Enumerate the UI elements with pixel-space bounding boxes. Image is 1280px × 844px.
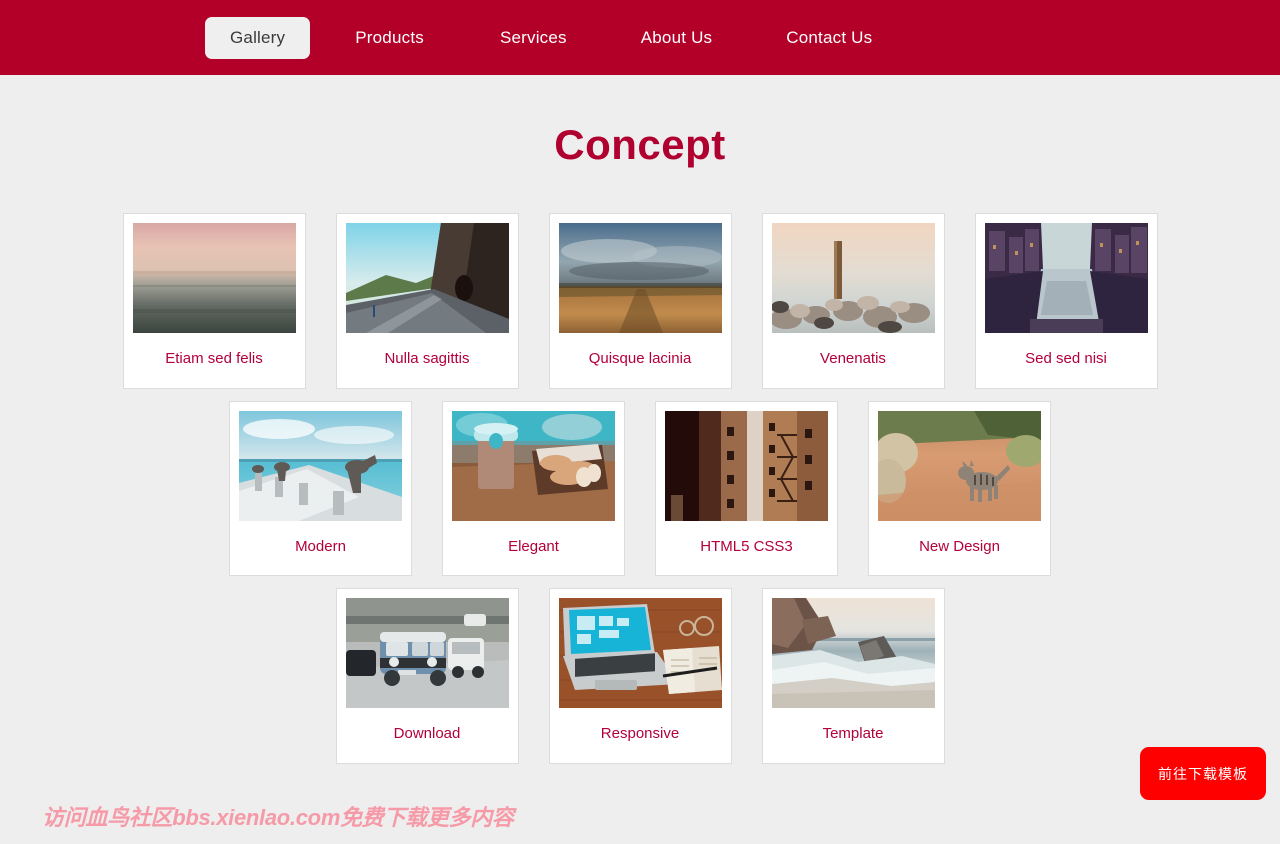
pelicans-on-pier-image[interactable] — [239, 410, 402, 521]
gallery-card-caption: New Design — [919, 537, 1000, 555]
canal-between-buildings-image[interactable] — [984, 223, 1148, 333]
nav-item-contact-us[interactable]: Contact Us — [786, 19, 872, 57]
wild-cat-on-dirt-road-image[interactable] — [878, 410, 1041, 521]
gallery-card[interactable]: Nulla sagittis — [335, 213, 519, 389]
field-under-clouds-image[interactable] — [558, 223, 722, 333]
nav-item-gallery[interactable]: Gallery — [205, 16, 311, 59]
gallery-card[interactable]: Venenatis — [761, 213, 945, 389]
gallery-card-caption: Elegant — [508, 537, 559, 555]
nav-item-about-us[interactable]: About Us — [641, 19, 713, 57]
gallery-card-caption: Venenatis — [820, 350, 886, 367]
gallery-card-caption: Quisque lacinia — [588, 350, 692, 367]
gallery-card-caption: HTML5 CSS3 — [700, 537, 793, 555]
gallery-card-caption: Nulla sagittis — [384, 350, 470, 367]
watermark-text: 访问血鸟社区bbs.xienlao.com免费下载更多内容 — [42, 805, 514, 830]
nav-item-products[interactable]: Products — [355, 19, 424, 57]
gallery-card[interactable]: Download — [335, 588, 519, 764]
gallery-row: Download Responsive Template — [0, 588, 1280, 764]
gallery-card[interactable]: New Design — [868, 400, 1051, 576]
gallery-card[interactable]: Elegant — [442, 400, 625, 576]
gallery-card[interactable]: HTML5 CSS3 — [655, 400, 838, 576]
gallery-card-caption: Template — [822, 725, 884, 742]
gallery-card-caption: Modern — [295, 537, 346, 555]
gallery-grid: Etiam sed felis Nulla sagittis Quisque l… — [0, 213, 1280, 764]
laptop-and-notebook-desk-image[interactable] — [558, 598, 722, 708]
gallery-row: Modern Elegant HTML5 CSS3 New Design — [0, 400, 1280, 576]
wooden-post-and-rocks-image[interactable] — [771, 223, 935, 333]
gallery-card-caption: Sed sed nisi — [1025, 350, 1107, 367]
page-title: Concept — [554, 121, 726, 168]
gallery-card-caption: Responsive — [600, 725, 680, 742]
gallery-card[interactable]: Etiam sed felis — [122, 213, 306, 389]
gallery-card-caption: Etiam sed felis — [165, 350, 263, 367]
download-template-button[interactable]: 前往下载模板 — [1140, 747, 1266, 800]
gallery-card-caption: Download — [393, 725, 461, 742]
mountain-road-cliff-image[interactable] — [345, 223, 509, 333]
coffee-cup-and-pastries-image[interactable] — [452, 410, 615, 521]
gallery-card[interactable]: Responsive — [548, 588, 732, 764]
gallery-card[interactable]: Sed sed nisi — [974, 213, 1158, 389]
rocks-in-ocean-surf-image[interactable] — [771, 598, 935, 708]
sunset-over-sea-image[interactable] — [132, 223, 296, 333]
gallery-card[interactable]: Modern — [229, 400, 412, 576]
city-fire-escapes-image[interactable] — [665, 410, 828, 521]
main-navigation: Gallery Products Services About Us Conta… — [0, 0, 1280, 75]
nav-item-services[interactable]: Services — [500, 19, 567, 57]
nav-list: Gallery Products Services About Us Conta… — [205, 16, 872, 59]
vintage-van-in-traffic-image[interactable] — [345, 598, 509, 708]
gallery-row: Etiam sed felis Nulla sagittis Quisque l… — [0, 213, 1280, 389]
gallery-card[interactable]: Template — [761, 588, 945, 764]
gallery-card[interactable]: Quisque lacinia — [548, 213, 732, 389]
